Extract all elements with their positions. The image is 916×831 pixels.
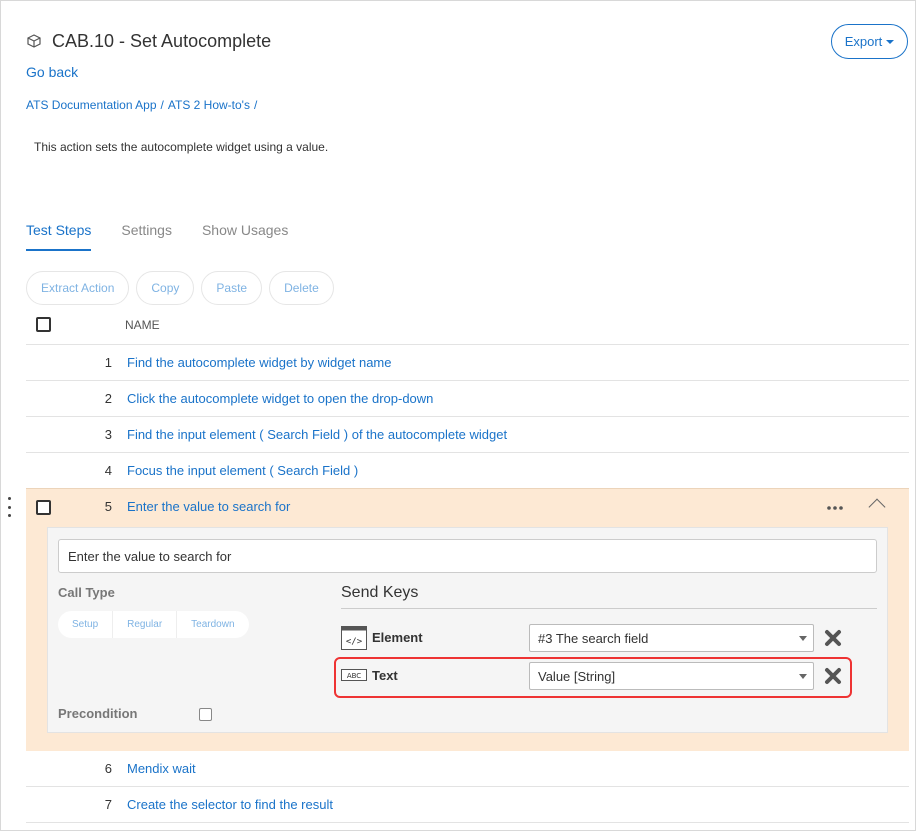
page-description: This action sets the autocomplete widget… [34, 140, 329, 154]
step-name-link[interactable]: Click the autocomplete widget to open th… [127, 391, 433, 406]
table-row[interactable]: 4 Focus the input element ( Search Field… [26, 453, 909, 489]
export-label: Export [844, 34, 883, 49]
step-name-link[interactable]: Find the autocomplete widget by widget n… [127, 355, 392, 370]
step-name-link[interactable]: Create the selector to find the result [127, 797, 333, 812]
code-element-icon: </> [341, 626, 367, 650]
row-number: 2 [104, 391, 112, 406]
expanded-step-row: 5 Enter the value to search for Enter th… [26, 488, 909, 751]
call-type-setup[interactable]: Setup [58, 611, 114, 638]
delete-button[interactable]: Delete [269, 271, 334, 305]
table-row[interactable]: 3 Find the input element ( Search Field … [26, 417, 909, 453]
step-name-link[interactable]: Enter the value to search for [127, 499, 290, 514]
dropdown-arrow-icon [799, 636, 807, 641]
call-type-label: Call Type [58, 585, 115, 600]
paste-button[interactable]: Paste [201, 271, 263, 305]
caret-down-icon [886, 39, 895, 44]
drag-handle-icon[interactable] [6, 497, 12, 517]
breadcrumb-separator: / [253, 98, 258, 112]
more-options-icon[interactable] [826, 497, 844, 517]
step-description-input[interactable]: Enter the value to search for [58, 539, 877, 573]
row-number: 1 [104, 355, 112, 370]
call-type-teardown[interactable]: Teardown [177, 611, 248, 638]
step-detail-panel: Enter the value to search for Call Type … [47, 527, 888, 733]
breadcrumb-item-app[interactable]: ATS Documentation App [26, 98, 157, 112]
call-type-selector: Setup Regular Teardown [58, 611, 249, 638]
step-name-link[interactable]: Focus the input element ( Search Field ) [127, 463, 358, 478]
page-title: CAB.10 - Set Autocomplete [52, 30, 272, 51]
tab-bar: Test Steps Settings Show Usages [26, 222, 318, 251]
row-number: 7 [104, 797, 112, 812]
tab-show-usages[interactable]: Show Usages [202, 222, 288, 251]
row-checkbox[interactable] [36, 500, 51, 515]
table-row[interactable]: 1 Find the autocomplete widget by widget… [26, 345, 909, 381]
row-number: 4 [104, 463, 112, 478]
go-back-link[interactable]: Go back [26, 64, 78, 80]
breadcrumb-item-howtos[interactable]: ATS 2 How-to's [168, 98, 250, 112]
table-row[interactable]: 6 Mendix wait [26, 751, 909, 787]
precondition-checkbox[interactable] [199, 708, 212, 721]
extract-action-button[interactable]: Extract Action [26, 271, 130, 305]
step-name-link[interactable]: Find the input element ( Search Field ) … [127, 427, 507, 442]
chevron-up-icon[interactable] [868, 498, 886, 516]
table-row-selected[interactable]: 5 Enter the value to search for [26, 489, 909, 525]
precondition-label: Precondition [58, 706, 138, 721]
column-header-name: NAME [125, 318, 160, 332]
step-name-link[interactable]: Mendix wait [127, 761, 196, 776]
row-number: 3 [104, 427, 112, 442]
table-row[interactable]: 7 Create the selector to find the result [26, 787, 909, 823]
action-title: Send Keys [341, 584, 419, 601]
action-title-divider [341, 608, 877, 609]
row-number: 6 [104, 761, 112, 776]
tab-test-steps[interactable]: Test Steps [26, 222, 92, 251]
steps-toolbar: Extract Action Copy Paste Delete [26, 271, 334, 305]
element-select-value: #3 The search field [538, 630, 649, 646]
element-select[interactable]: #3 The search field [529, 624, 814, 652]
export-button[interactable]: Export [831, 24, 908, 59]
copy-button[interactable]: Copy [136, 271, 195, 305]
table-row[interactable]: 2 Click the autocomplete widget to open … [26, 381, 909, 417]
remove-element-icon[interactable] [824, 629, 842, 647]
highlight-annotation [334, 657, 852, 698]
param-label-element: Element [372, 630, 423, 645]
select-all-checkbox[interactable] [36, 317, 51, 332]
box-icon [27, 34, 41, 48]
tab-settings[interactable]: Settings [121, 222, 172, 251]
call-type-regular[interactable]: Regular [113, 611, 178, 638]
breadcrumb-separator: / [160, 98, 164, 112]
page-header: CAB.10 - Set Autocomplete [25, 30, 271, 52]
code-element-icon-text: </> [346, 637, 363, 647]
row-number: 5 [104, 499, 112, 514]
breadcrumb: ATS Documentation App / ATS 2 How-to's / [26, 98, 257, 112]
